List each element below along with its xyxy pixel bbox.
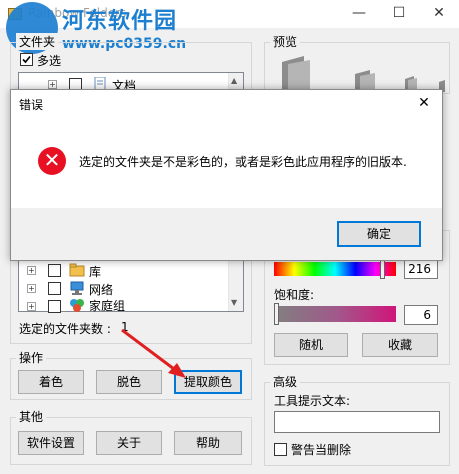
network-icon (70, 281, 84, 295)
warn-delete-label: 警告当删除 (291, 443, 352, 457)
preview-group-title: 预览 (270, 33, 301, 50)
tooltip-text-label: 工具提示文本: (274, 394, 351, 408)
preview-folder-large-icon (282, 56, 310, 90)
expand-icon[interactable]: + (27, 284, 36, 293)
close-button[interactable]: ✕ (419, 0, 459, 28)
error-dialog: 错误 ✕ ✕ 选定的文件夹是不是彩色的，或者是彩色此应用程序的旧版本. 确定 (10, 89, 443, 261)
saturation-label: 饱和度: (274, 288, 315, 302)
dialog-message: 选定的文件夹是不是彩色的，或者是彩色此应用程序的旧版本. (79, 155, 407, 169)
maximize-button[interactable]: ☐ (379, 0, 419, 28)
selected-count-label: 选定的文件夹数 : (19, 322, 111, 336)
tooltip-text-input[interactable] (274, 411, 440, 433)
actions-group-title: 操作 (16, 349, 47, 366)
multiselect-checkbox[interactable] (20, 53, 33, 66)
other-group-title: 其他 (16, 408, 47, 425)
scroll-down-icon[interactable]: ▼ (231, 298, 237, 307)
homegroup-icon (70, 299, 84, 312)
library-folder-icon (69, 263, 85, 277)
minimize-button[interactable]: — (339, 0, 379, 28)
multiselect-label: 多选 (37, 54, 62, 68)
help-button[interactable]: 帮助 (174, 431, 242, 455)
error-icon: ✕ (38, 147, 66, 175)
saturation-slider[interactable] (274, 306, 396, 322)
folder-checkbox[interactable] (48, 300, 61, 313)
folders-group-title: 文件夹 (16, 33, 59, 50)
random-button[interactable]: 随机 (274, 333, 348, 357)
tree-item-label[interactable]: 家庭组 (89, 297, 125, 314)
saturation-value-field[interactable]: 6 (404, 305, 438, 325)
advanced-group-title: 高级 (270, 373, 301, 390)
saturation-slider-thumb[interactable] (274, 303, 279, 325)
scroll-up-icon[interactable]: ▲ (231, 76, 237, 85)
tree-item-label[interactable]: 库 (89, 263, 101, 280)
settings-button[interactable]: 软件设置 (18, 431, 84, 455)
check-icon (22, 55, 31, 64)
dialog-close-button[interactable]: ✕ (407, 92, 441, 116)
expand-icon[interactable]: + (48, 80, 57, 89)
hue-slider[interactable] (274, 262, 396, 276)
favorites-button[interactable]: 收藏 (362, 333, 438, 357)
dialog-title: 错误 (19, 98, 44, 112)
colorize-button[interactable]: 着色 (18, 370, 84, 394)
folder-checkbox[interactable] (48, 282, 61, 295)
expand-icon[interactable]: + (27, 266, 36, 275)
about-button[interactable]: 关于 (96, 431, 162, 455)
expand-icon[interactable]: + (27, 302, 36, 311)
ok-button[interactable]: 确定 (337, 221, 421, 247)
annotation-arrow-icon (121, 328, 186, 378)
watermark-title: 河东软件园 (62, 9, 178, 34)
warn-delete-checkbox[interactable] (274, 443, 287, 456)
tree-item-label[interactable]: 网络 (89, 281, 113, 298)
folder-checkbox[interactable] (48, 264, 61, 277)
hue-value-field[interactable]: 216 (404, 259, 438, 279)
hue-slider-thumb[interactable] (380, 259, 385, 279)
